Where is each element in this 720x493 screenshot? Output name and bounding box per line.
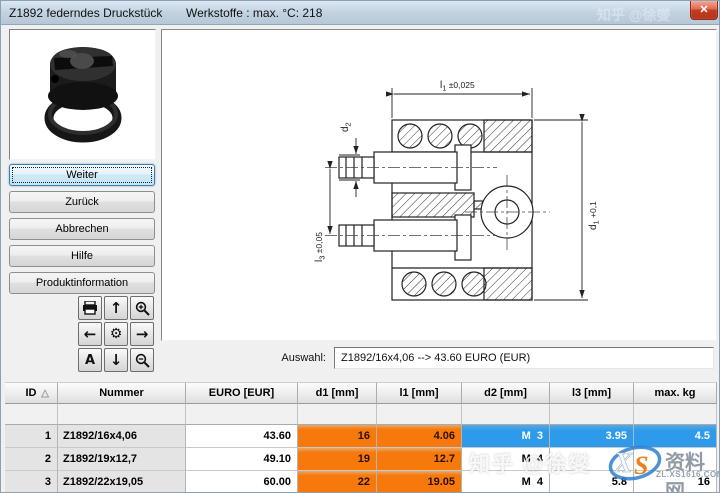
cell-d2: M 4	[462, 448, 550, 471]
selection-field[interactable]: Z1892/16x4,06 --> 43.60 EURO (EUR)	[334, 347, 714, 369]
header-id[interactable]: ID△	[5, 382, 58, 404]
cell-d1: 16	[298, 425, 377, 448]
technical-drawing: l1 ±0,025 d2 l3 ±0,05 d1 +0,1	[161, 29, 717, 341]
window-title: Z1892 federndes Druckstück	[9, 6, 162, 20]
cell-d2: M 3	[462, 425, 550, 448]
table-row[interactable]: 2 Z1892/19x12,7 49.10 19 12.7 M 4	[5, 448, 717, 471]
technical-drawing-svg: l1 ±0,025 d2 l3 ±0,05 d1 +0,1	[162, 30, 716, 340]
print-button[interactable]	[78, 296, 102, 320]
abbrechen-button[interactable]: Abbrechen	[9, 218, 155, 240]
table-header-row: ID△ Nummer EURO [EUR] d1 [mm] l1 [mm] d2…	[5, 382, 717, 404]
arrow-left-icon: ←	[84, 325, 97, 343]
zoom-out-icon	[135, 353, 150, 368]
filter-d2	[462, 404, 550, 425]
header-l3[interactable]: l3 [mm]	[550, 382, 634, 404]
filter-d1-cell: * ▼	[298, 404, 377, 425]
header-l1[interactable]: l1 [mm]	[377, 382, 462, 404]
header-d2[interactable]: d2 [mm]	[462, 382, 550, 404]
zoom-in-icon	[135, 301, 150, 316]
arrow-up-icon: ↑	[110, 299, 123, 317]
window-subtitle: Werkstoffe : max. °C: 218	[186, 6, 322, 20]
arrow-down-icon: ↓	[110, 351, 123, 369]
header-euro[interactable]: EURO [EUR]	[186, 382, 298, 404]
cell-maxkg	[634, 448, 717, 471]
filter-euro	[186, 404, 298, 425]
cell-d2: M 4	[462, 471, 550, 493]
pan-right-button[interactable]: →	[130, 322, 154, 346]
product-photo	[9, 29, 156, 160]
parts-table: ID△ Nummer EURO [EUR] d1 [mm] l1 [mm] d2…	[5, 382, 717, 493]
filter-nummer	[58, 404, 186, 425]
table-filter-row: * ▼ * ▼	[5, 404, 717, 425]
dim-d2-label: d2	[340, 122, 353, 132]
cell-d1: 19	[298, 448, 377, 471]
cell-l3: 5.8	[550, 471, 634, 493]
table-row[interactable]: 3 Z1892/22x19,05 60.00 22 19.05 M 4 5.8 …	[5, 471, 717, 493]
filter-l1-cell: * ▼	[377, 404, 462, 425]
cell-euro: 60.00	[186, 471, 298, 493]
cell-l3	[550, 448, 634, 471]
dim-d1-label: d1 +0,1	[588, 201, 601, 230]
zurueck-button[interactable]: Zurück	[9, 191, 155, 213]
cell-nummer: Z1892/16x4,06	[58, 425, 186, 448]
cell-id: 1	[5, 425, 58, 448]
cell-euro: 49.10	[186, 448, 298, 471]
filter-id	[5, 404, 58, 425]
cell-id: 3	[5, 471, 58, 493]
cell-id: 2	[5, 448, 58, 471]
cell-l1: 12.7	[377, 448, 462, 471]
letter-a-icon: A	[85, 353, 95, 368]
header-d1[interactable]: d1 [mm]	[298, 382, 377, 404]
dim-l1-label: l1 ±0,025	[440, 80, 475, 93]
print-icon	[82, 301, 98, 315]
cell-maxkg: 4.5	[634, 425, 717, 448]
filter-l3	[550, 404, 634, 425]
text-mode-button[interactable]: A	[78, 348, 102, 372]
fit-view-button[interactable]: ⚙	[104, 322, 128, 346]
produktinformation-button[interactable]: Produktinformation	[9, 272, 155, 294]
sort-asc-icon: △	[41, 383, 49, 404]
cell-nummer: Z1892/19x12,7	[58, 448, 186, 471]
gear-icon: ⚙	[110, 326, 123, 342]
cell-l3: 3.95	[550, 425, 634, 448]
zoom-out-button[interactable]	[130, 348, 154, 372]
dim-l3-label: l3 ±0,05	[314, 232, 327, 262]
close-button[interactable]: ✕	[690, 1, 718, 20]
cell-l1: 4.06	[377, 425, 462, 448]
cell-maxkg: 16	[634, 471, 717, 493]
pan-down-button[interactable]: ↓	[104, 348, 128, 372]
titlebar: Z1892 federndes Druckstück Werkstoffe : …	[1, 1, 720, 25]
table-row[interactable]: 1 Z1892/16x4,06 43.60 16 4.06 M 3 3.95 4…	[5, 425, 717, 448]
weiter-button[interactable]: Weiter	[9, 164, 155, 186]
cell-nummer: Z1892/22x19,05	[58, 471, 186, 493]
cell-euro: 43.60	[186, 425, 298, 448]
pan-up-button[interactable]: ↑	[104, 296, 128, 320]
header-nummer[interactable]: Nummer	[58, 382, 186, 404]
view-toolbar: ↑ ← ⚙ → A ↓	[78, 296, 158, 376]
dialog-window: Z1892 federndes Druckstück Werkstoffe : …	[0, 0, 720, 493]
filter-maxkg	[634, 404, 717, 425]
cell-d1: 22	[298, 471, 377, 493]
arrow-right-icon: →	[136, 325, 149, 343]
pan-left-button[interactable]: ←	[78, 322, 102, 346]
watermark-top: 知乎 @徐燮	[597, 5, 671, 25]
zoom-in-button[interactable]	[130, 296, 154, 320]
hilfe-button[interactable]: Hilfe	[9, 245, 155, 267]
cell-l1: 19.05	[377, 471, 462, 493]
selection-label: Auswahl:	[166, 352, 326, 364]
product-photo-image	[10, 30, 155, 159]
header-maxkg[interactable]: max. kg	[634, 382, 717, 404]
